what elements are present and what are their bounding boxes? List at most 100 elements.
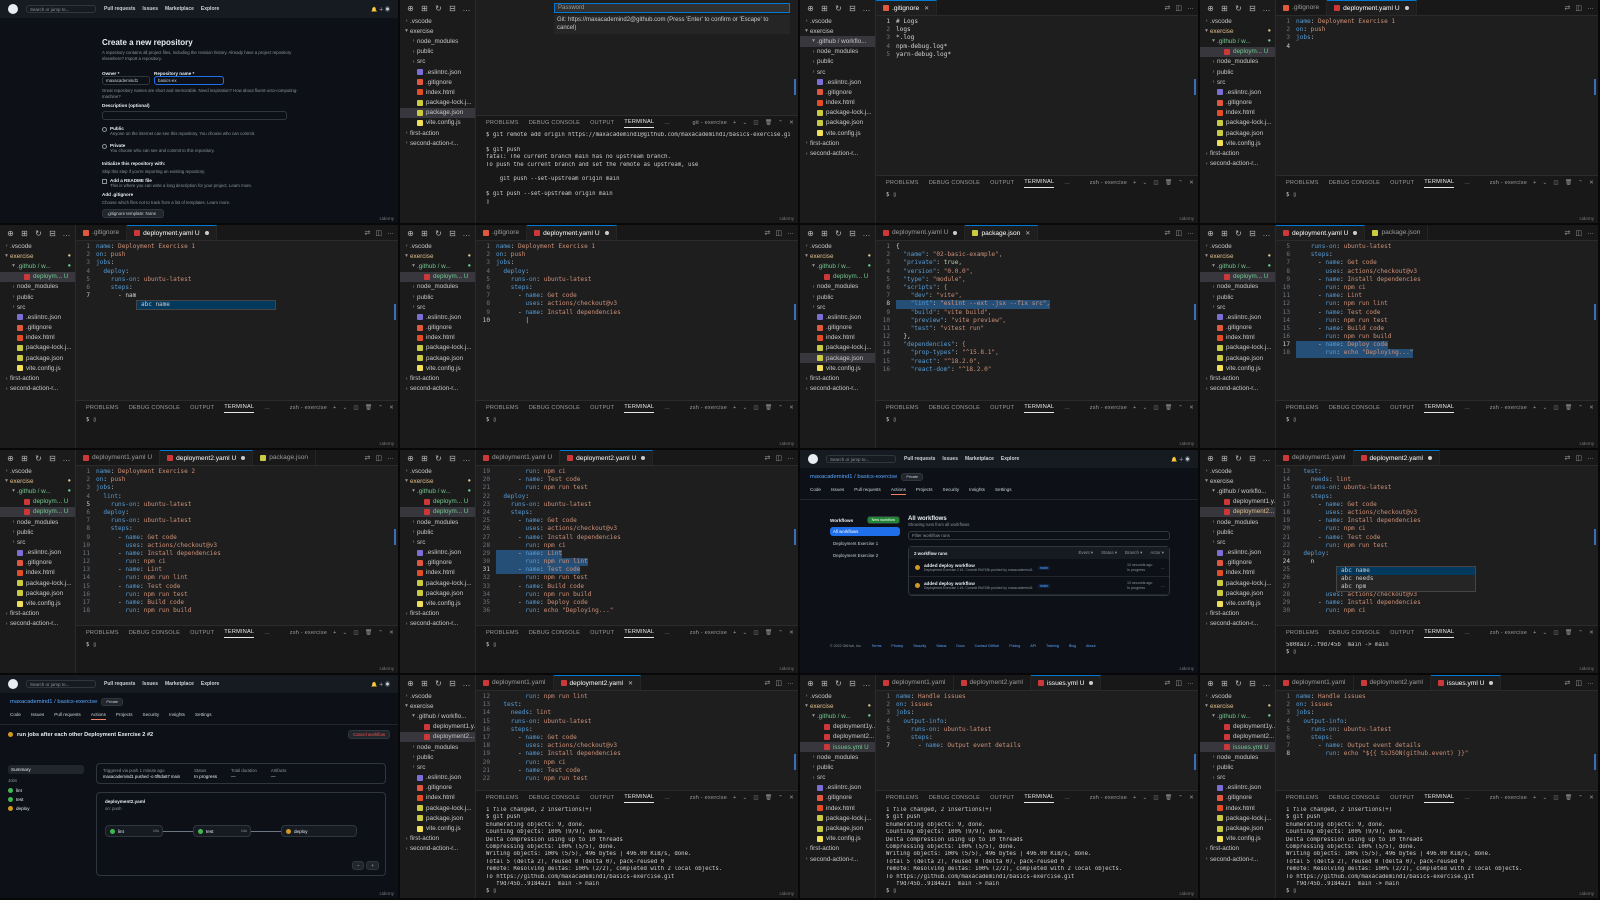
- explorer-item[interactable]: › second-action-r...: [0, 384, 75, 394]
- compare-icon[interactable]: ⇄: [1165, 679, 1171, 687]
- explorer-item[interactable]: › public: [800, 57, 875, 67]
- explorer-item[interactable]: vite.config.js: [400, 118, 475, 128]
- explorer-item[interactable]: vite.config.js: [400, 598, 475, 608]
- panel-tab-problems[interactable]: PROBLEMS: [886, 405, 919, 411]
- explorer-item[interactable]: deploym... U: [0, 506, 75, 517]
- explorer-item[interactable]: deploym... U: [400, 506, 475, 517]
- nav-link[interactable]: Pull requests: [104, 681, 135, 687]
- explorer-item[interactable]: › first-action: [400, 834, 475, 844]
- refresh-icon[interactable]: ↻: [834, 4, 843, 13]
- workflow-run-row[interactable]: added deploy workflow Deployment Exercise…: [909, 577, 1169, 595]
- explorer-item[interactable]: ▾ exercise ●: [0, 476, 75, 486]
- new-file-icon[interactable]: ⊕: [1206, 454, 1215, 463]
- panel-tab-problems[interactable]: PROBLEMS: [1286, 405, 1319, 411]
- compare-icon[interactable]: ⇄: [765, 679, 771, 687]
- explorer-item[interactable]: › second-action-r...: [1200, 159, 1275, 169]
- scrollbar[interactable]: [794, 754, 796, 770]
- split-editor-icon[interactable]: ◫: [1175, 229, 1182, 237]
- split-terminal-icon[interactable]: ◫: [1553, 180, 1559, 186]
- explorer-item[interactable]: .gitignore: [400, 323, 475, 333]
- editor-tab[interactable]: .gitignore: [476, 225, 528, 240]
- trash-icon[interactable]: 🗑: [365, 630, 372, 636]
- explorer-item[interactable]: vite.config.js: [400, 363, 475, 373]
- explorer-item[interactable]: package-lock.j...: [400, 343, 475, 353]
- explorer-item[interactable]: .gitignore: [0, 323, 75, 333]
- explorer-item[interactable]: › second-action-r...: [800, 384, 875, 394]
- panel-tab-output[interactable]: OUTPUT: [590, 120, 614, 126]
- explorer-item[interactable]: ▾ .github / workflo...: [1200, 486, 1275, 496]
- chevron-down-icon[interactable]: ⌄: [743, 120, 748, 126]
- split-editor-icon[interactable]: ◫: [1175, 679, 1182, 687]
- add-terminal-icon[interactable]: +: [333, 630, 336, 636]
- collapse-icon[interactable]: ⊟: [448, 454, 457, 463]
- explorer-item[interactable]: › node_modules: [1200, 517, 1275, 527]
- explorer-item[interactable]: package.json: [1200, 823, 1275, 833]
- explorer-item[interactable]: index.html: [800, 803, 875, 813]
- explorer-item[interactable]: › .vscode: [400, 466, 475, 476]
- new-file-icon[interactable]: ⊕: [1206, 229, 1215, 238]
- explorer-item[interactable]: vite.config.js: [1200, 598, 1275, 608]
- explorer-item[interactable]: › node_modules: [800, 752, 875, 762]
- explorer-item[interactable]: › second-action-r...: [400, 619, 475, 629]
- compare-icon[interactable]: ⇄: [365, 454, 371, 462]
- more-icon[interactable]: …: [62, 229, 71, 238]
- explorer-item[interactable]: › first-action: [800, 844, 875, 854]
- explorer-item[interactable]: ▾ exercise ●: [400, 476, 475, 486]
- compare-icon[interactable]: ⇄: [1565, 229, 1571, 237]
- repo-tab-pull-requests[interactable]: Pull requests: [54, 712, 81, 720]
- maximize-icon[interactable]: ⌃: [1578, 180, 1583, 186]
- split-terminal-icon[interactable]: ◫: [1553, 630, 1559, 636]
- repo-tab-settings[interactable]: Settings: [195, 712, 212, 720]
- maximize-icon[interactable]: ⌃: [1578, 405, 1583, 411]
- editor-tab[interactable]: deployment.yaml U: [527, 225, 617, 240]
- more-icon[interactable]: …: [1064, 180, 1070, 186]
- job-node[interactable]: lint 10s: [105, 825, 163, 837]
- description-input[interactable]: [102, 111, 287, 120]
- more-icon[interactable]: …: [862, 4, 871, 13]
- terminal-name[interactable]: zsh - exercise: [690, 405, 727, 411]
- explorer-item[interactable]: vite.config.js: [0, 363, 75, 373]
- new-folder-icon[interactable]: ⊞: [1220, 4, 1229, 13]
- explorer-item[interactable]: deployment1y...: [800, 722, 875, 732]
- explorer-item[interactable]: › second-action-r...: [400, 384, 475, 394]
- split-editor-icon[interactable]: ◫: [1575, 229, 1582, 237]
- split-terminal-icon[interactable]: ◫: [1153, 795, 1159, 801]
- explorer-item[interactable]: › .vscode: [400, 241, 475, 251]
- nav-link[interactable]: Marketplace: [965, 456, 994, 462]
- maximize-icon[interactable]: ⌃: [778, 405, 783, 411]
- explorer-item[interactable]: ▾ .github / w... ●: [1200, 711, 1275, 721]
- new-folder-icon[interactable]: ⊞: [20, 229, 29, 238]
- explorer-item[interactable]: › .vscode: [400, 691, 475, 701]
- more-icon[interactable]: …: [1064, 405, 1070, 411]
- explorer-item[interactable]: .eslintrc.json: [1200, 548, 1275, 558]
- refresh-icon[interactable]: ↻: [1234, 454, 1243, 463]
- close-tab-icon[interactable]: ✕: [1025, 230, 1030, 237]
- explorer-item[interactable]: index.html: [800, 333, 875, 343]
- more-icon[interactable]: …: [1587, 4, 1594, 11]
- panel-tab-output[interactable]: OUTPUT: [190, 630, 214, 636]
- explorer-item[interactable]: deployment1.y...: [1200, 497, 1275, 507]
- explorer-item[interactable]: index.html: [400, 568, 475, 578]
- split-terminal-icon[interactable]: ◫: [753, 630, 759, 636]
- explorer-item[interactable]: › .vscode: [1200, 466, 1275, 476]
- explorer-item[interactable]: index.html: [400, 793, 475, 803]
- chevron-down-icon[interactable]: ⌄: [1143, 405, 1148, 411]
- trash-icon[interactable]: 🗑: [1565, 630, 1572, 636]
- explorer-item[interactable]: .eslintrc.json: [1200, 312, 1275, 322]
- run-filter[interactable]: Status ▾: [1101, 550, 1117, 556]
- more-icon[interactable]: …: [862, 229, 871, 238]
- explorer-item[interactable]: deployment2...: [1200, 732, 1275, 742]
- repo-tab-code[interactable]: Code: [810, 487, 821, 495]
- code-editor[interactable]: 1 name: Deployment Exercise 1 2 on: push 3 jo…: [76, 243, 398, 300]
- panel-tab-terminal[interactable]: TERMINAL: [1024, 404, 1055, 413]
- scrollbar[interactable]: [1194, 304, 1196, 320]
- explorer-item[interactable]: package-lock.j...: [400, 803, 475, 813]
- explorer-item[interactable]: › src: [1200, 773, 1275, 783]
- explorer-item[interactable]: deployment2...: [1200, 506, 1275, 517]
- editor-tab[interactable]: deployment1.yaml U: [76, 450, 161, 465]
- search-input[interactable]: Search or jump to...: [826, 455, 896, 463]
- code-editor[interactable]: 1 name: Handle issues 2 on: issues 3 jobs: 4 o…: [1276, 693, 1598, 759]
- footer-link[interactable]: Training: [1046, 644, 1059, 648]
- split-terminal-icon[interactable]: ◫: [353, 630, 359, 636]
- refresh-icon[interactable]: ↻: [1234, 4, 1243, 13]
